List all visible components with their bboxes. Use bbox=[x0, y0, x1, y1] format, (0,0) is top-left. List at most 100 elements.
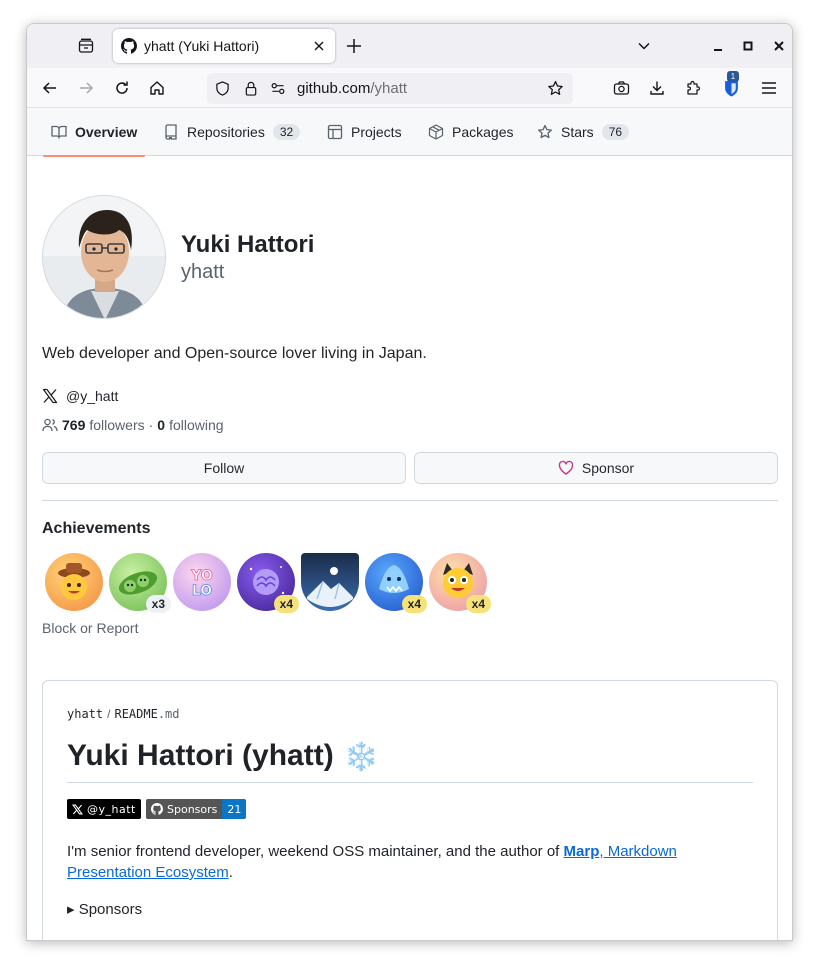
follow-button-label: Follow bbox=[203, 460, 245, 476]
followers-count: 769 bbox=[62, 417, 86, 433]
readme-paragraph-end: . bbox=[228, 864, 233, 881]
block-or-report-link[interactable]: Block or Report bbox=[42, 620, 138, 636]
bookmark-star-icon[interactable] bbox=[547, 80, 564, 97]
achievement-starstruck-badge[interactable] bbox=[45, 553, 103, 611]
back-arrow-icon[interactable] bbox=[40, 78, 60, 98]
heading-rule bbox=[67, 782, 753, 783]
badge-multiplier: x4 bbox=[401, 595, 427, 613]
lock-icon[interactable] bbox=[244, 81, 258, 96]
github-logo-icon bbox=[151, 803, 163, 815]
sponsors-shield-badge[interactable]: Sponsors 21 bbox=[146, 799, 247, 819]
sponsor-button-label: Sponsor bbox=[581, 460, 635, 476]
readme-path: yhatt / README.md bbox=[67, 707, 180, 721]
permissions-icon[interactable] bbox=[270, 81, 286, 96]
achievement-pair-extraordinaire-badge[interactable]: x3 bbox=[109, 553, 171, 613]
screenshot-camera-icon[interactable] bbox=[611, 78, 631, 98]
close-window-icon[interactable] bbox=[770, 37, 788, 55]
profile-nav: Overview Repositories 32 Projects Packag… bbox=[27, 108, 792, 157]
x-shield-badge[interactable]: @y_hatt bbox=[67, 799, 141, 819]
extensions-puzzle-icon[interactable] bbox=[683, 78, 703, 98]
tab-overview[interactable]: Overview bbox=[42, 108, 146, 157]
book-icon bbox=[51, 125, 67, 139]
sponsors-shield-count: 21 bbox=[222, 799, 247, 819]
readme-file-ext: .md bbox=[157, 707, 180, 721]
social-handle: @y_hatt bbox=[66, 388, 119, 404]
tab-list-chevron-icon[interactable] bbox=[635, 37, 653, 55]
star-icon bbox=[538, 124, 552, 139]
achievement-arctic-code-vault-badge[interactable] bbox=[301, 553, 359, 611]
minimize-icon[interactable] bbox=[709, 37, 727, 55]
avatar[interactable] bbox=[42, 195, 166, 319]
followers-label: followers bbox=[89, 417, 145, 433]
achievement-pull-shark-badge[interactable]: x4 bbox=[365, 553, 427, 613]
x-logo-icon bbox=[72, 803, 83, 815]
navigation-toolbar: github.com/yhatt 1 bbox=[27, 68, 792, 108]
tab-overview-label: Overview bbox=[75, 124, 138, 140]
profile-bio: Web developer and Open-source lover livi… bbox=[42, 345, 427, 362]
x-shield-label: @y_hatt bbox=[87, 802, 136, 816]
readme-card: yhatt / README.md Yuki Hattori (yhatt) ❄️ … bbox=[42, 680, 778, 940]
github-favicon-icon bbox=[121, 38, 137, 54]
tab-repositories[interactable]: Repositories 32 bbox=[163, 108, 301, 156]
badge-multiplier: x4 bbox=[465, 595, 491, 613]
following-link[interactable]: 0 following bbox=[157, 417, 223, 433]
home-icon[interactable] bbox=[147, 78, 167, 98]
divider bbox=[42, 500, 778, 501]
browser-tab[interactable]: yhatt (Yuki Hattori) bbox=[113, 29, 335, 63]
profile-name: Yuki Hattori bbox=[181, 231, 315, 258]
profile-login: yhatt bbox=[181, 261, 225, 283]
maximize-icon[interactable] bbox=[739, 37, 757, 55]
shield-icon[interactable] bbox=[215, 81, 230, 96]
tab-stars-label: Stars bbox=[561, 124, 594, 140]
new-tab-icon[interactable] bbox=[345, 37, 363, 55]
tab-view-icon[interactable] bbox=[75, 35, 97, 57]
sponsors-shield-label: Sponsors bbox=[167, 802, 218, 816]
tab-stars[interactable]: Stars 76 bbox=[537, 108, 630, 156]
tab-projects-label: Projects bbox=[351, 124, 402, 140]
followers-link[interactable]: 769 followers bbox=[62, 417, 145, 433]
tab-strip: yhatt (Yuki Hattori) bbox=[27, 24, 792, 68]
badge-multiplier: x3 bbox=[145, 595, 171, 613]
stats-separator: · bbox=[148, 417, 154, 433]
tab-packages-label: Packages bbox=[452, 124, 514, 140]
readme-paragraph-text: I'm senior frontend developer, weekend O… bbox=[67, 843, 564, 860]
following-count: 0 bbox=[157, 417, 166, 433]
svg-text:LO: LO bbox=[192, 583, 212, 599]
follow-button[interactable]: Follow bbox=[42, 452, 406, 484]
reload-icon[interactable] bbox=[112, 78, 132, 98]
sponsors-details-toggle[interactable]: ▸ Sponsors bbox=[67, 900, 142, 918]
readme-file-base: README bbox=[114, 707, 158, 721]
badge-multiplier: x4 bbox=[273, 595, 299, 613]
snowflake-emoji-icon: ❄️ bbox=[343, 740, 379, 772]
follow-stats: 769 followers · 0 following bbox=[42, 417, 224, 433]
url-text[interactable]: github.com/yhatt bbox=[297, 80, 407, 97]
heart-icon bbox=[558, 460, 574, 475]
repo-icon bbox=[165, 124, 177, 140]
readme-heading: Yuki Hattori (yhatt) ❄️ bbox=[67, 739, 379, 773]
achievement-quickdraw-badge[interactable]: x4 bbox=[429, 553, 491, 613]
sponsor-button[interactable]: Sponsor bbox=[414, 452, 778, 484]
url-bar[interactable]: github.com/yhatt bbox=[207, 73, 573, 104]
downloads-icon[interactable] bbox=[647, 78, 667, 98]
following-label: following bbox=[169, 417, 224, 433]
x-logo-icon bbox=[42, 388, 58, 404]
achievement-yolo-badge[interactable]: YO LO bbox=[173, 553, 231, 611]
achievement-galaxy-brain-badge[interactable]: x4 bbox=[237, 553, 299, 613]
forward-arrow-icon[interactable] bbox=[76, 78, 96, 98]
path-separator: / bbox=[107, 707, 111, 721]
x-shield-content: @y_hatt bbox=[67, 799, 141, 819]
tab-title: yhatt (Yuki Hattori) bbox=[144, 38, 260, 54]
tab-packages[interactable]: Packages bbox=[428, 108, 513, 156]
people-icon bbox=[42, 418, 58, 432]
achievements-title: Achievements bbox=[42, 520, 151, 537]
tab-repositories-label: Repositories bbox=[187, 124, 265, 140]
stars-count: 76 bbox=[601, 124, 630, 140]
readme-paragraph: I'm senior frontend developer, weekend O… bbox=[67, 841, 757, 883]
hamburger-menu-icon[interactable] bbox=[759, 78, 779, 98]
extension-count-badge: 1 bbox=[727, 71, 739, 82]
readme-heading-text: Yuki Hattori (yhatt) bbox=[67, 739, 334, 772]
tab-projects[interactable]: Projects bbox=[327, 108, 402, 156]
readme-owner[interactable]: yhatt bbox=[67, 707, 103, 721]
close-tab-icon[interactable] bbox=[311, 38, 327, 54]
social-link[interactable]: @y_hatt bbox=[42, 388, 118, 404]
